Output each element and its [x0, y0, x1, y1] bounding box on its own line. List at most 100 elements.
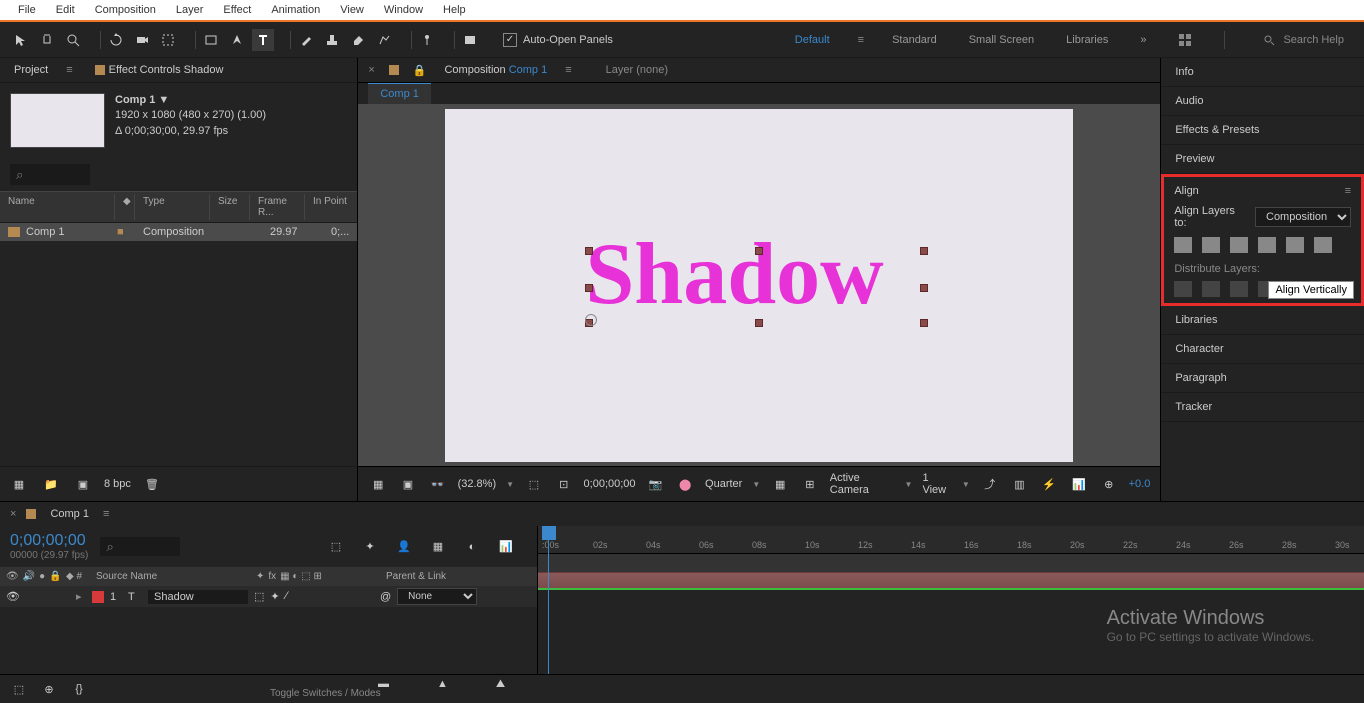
- frame-blend-icon[interactable]: ▦: [427, 536, 449, 558]
- col-name[interactable]: Name: [0, 194, 115, 220]
- panel-menu-icon[interactable]: ≡: [103, 508, 109, 520]
- menu-animation[interactable]: Animation: [261, 4, 330, 16]
- roi-icon[interactable]: ⊡: [554, 473, 574, 495]
- panel-audio[interactable]: Audio: [1161, 87, 1364, 116]
- anchor-point[interactable]: [585, 314, 597, 326]
- selection-handle[interactable]: [755, 319, 763, 327]
- search-help[interactable]: Search Help: [1253, 34, 1354, 46]
- align-center-h-icon[interactable]: [1202, 237, 1220, 253]
- parent-link-select[interactable]: None: [397, 588, 477, 605]
- selection-tool-icon[interactable]: [10, 29, 32, 51]
- motion-blur-icon[interactable]: ◐: [461, 536, 483, 558]
- camera-tool-icon[interactable]: [131, 29, 153, 51]
- toggle-switches-label[interactable]: Toggle Switches / Modes: [270, 688, 381, 699]
- type-tool-icon[interactable]: [252, 29, 274, 51]
- clone-tool-icon[interactable]: [321, 29, 343, 51]
- align-center-v-icon[interactable]: [1286, 237, 1304, 253]
- text-layer-shadow[interactable]: Shadow: [585, 224, 883, 325]
- selection-handle[interactable]: [585, 247, 593, 255]
- quality-dropdown[interactable]: Quarter: [705, 478, 742, 490]
- toggle-modes-icon[interactable]: ⊕: [38, 678, 60, 700]
- effects-icon[interactable]: ✦: [270, 590, 279, 603]
- pan-behind-tool-icon[interactable]: [157, 29, 179, 51]
- workspace-more-icon[interactable]: »: [1136, 34, 1150, 46]
- composition-canvas[interactable]: Shadow: [445, 109, 1073, 462]
- timeline-track-area[interactable]: :00s 02s 04s 06s 08s 10s 12s 14s 16s 18s…: [538, 526, 1364, 674]
- zoom-tool-icon[interactable]: [62, 29, 84, 51]
- exposure[interactable]: +0.0: [1129, 478, 1151, 490]
- playhead-line[interactable]: [548, 540, 549, 674]
- hide-shy-icon[interactable]: 👤: [393, 536, 415, 558]
- menu-edit[interactable]: Edit: [46, 4, 85, 16]
- align-menu-icon[interactable]: ≡: [1345, 185, 1351, 197]
- visibility-toggle[interactable]: 👁: [6, 590, 20, 603]
- panel-toggle-icon[interactable]: [459, 29, 481, 51]
- rectangle-tool-icon[interactable]: [200, 29, 222, 51]
- comp-sub-tab[interactable]: Comp 1: [368, 83, 431, 104]
- composition-tab[interactable]: Composition Comp 1: [440, 62, 551, 78]
- panel-menu-icon[interactable]: ≡: [565, 64, 571, 76]
- project-search-input[interactable]: [10, 164, 90, 185]
- trash-icon[interactable]: 🗑: [141, 473, 163, 495]
- panel-tracker[interactable]: Tracker: [1161, 393, 1364, 422]
- transparency-grid-icon[interactable]: ▦: [770, 473, 790, 495]
- workspace-libraries[interactable]: Libraries: [1062, 34, 1112, 46]
- expand-icon[interactable]: ▸: [76, 590, 86, 603]
- selection-handle[interactable]: [920, 319, 928, 327]
- selection-handle[interactable]: [920, 247, 928, 255]
- close-tab-icon[interactable]: ×: [10, 508, 16, 520]
- timeline-icon[interactable]: 📊: [1069, 473, 1089, 495]
- workspace-small-screen[interactable]: Small Screen: [965, 34, 1038, 46]
- align-bottom-icon[interactable]: [1314, 237, 1332, 253]
- layer-track-bar[interactable]: [538, 572, 1364, 590]
- new-comp-icon[interactable]: ▣: [72, 473, 94, 495]
- comp-mini-flowchart-icon[interactable]: ⬚: [325, 536, 347, 558]
- camera-dropdown[interactable]: Active Camera: [830, 472, 895, 496]
- layer-tab[interactable]: Layer (none): [606, 64, 668, 76]
- panel-menu-icon[interactable]: ≡: [66, 64, 72, 76]
- selection-handle[interactable]: [585, 284, 593, 292]
- lock-icon[interactable]: 🔒: [413, 64, 427, 77]
- hand-tool-icon[interactable]: [36, 29, 58, 51]
- pen-tool-icon[interactable]: [226, 29, 248, 51]
- timeline-tab[interactable]: Comp 1: [46, 506, 93, 522]
- align-top-icon[interactable]: [1258, 237, 1276, 253]
- col-inpoint[interactable]: In Point: [305, 194, 357, 220]
- panel-preview[interactable]: Preview: [1161, 145, 1364, 174]
- canvas-area[interactable]: Shadow: [358, 104, 1160, 466]
- auto-open-panels-checkbox[interactable]: ✓ Auto-Open Panels: [503, 33, 613, 47]
- panel-info[interactable]: Info: [1161, 58, 1364, 87]
- selection-handle[interactable]: [755, 247, 763, 255]
- channel-icon[interactable]: ⬤: [675, 473, 695, 495]
- draft-3d-icon[interactable]: ✦: [359, 536, 381, 558]
- timeline-layer-row[interactable]: 👁 ▸ 1 T Shadow ⬚ ✦ ∕ @ None: [0, 586, 537, 607]
- toggle-alpha-icon[interactable]: ▣: [398, 473, 418, 495]
- eraser-tool-icon[interactable]: [347, 29, 369, 51]
- bpc-label[interactable]: 8 bpc: [104, 478, 131, 490]
- timeline-search-input[interactable]: [100, 537, 180, 556]
- col-type[interactable]: Type: [135, 194, 210, 220]
- panel-character[interactable]: Character: [1161, 335, 1364, 364]
- roto-tool-icon[interactable]: [373, 29, 395, 51]
- flowchart-icon[interactable]: ⊕: [1099, 473, 1119, 495]
- menu-composition[interactable]: Composition: [85, 4, 166, 16]
- 3d-view-icon[interactable]: ⊞: [800, 473, 820, 495]
- comp-thumbnail[interactable]: [10, 93, 105, 148]
- zoom-dropdown[interactable]: (32.8%): [458, 478, 497, 490]
- col-frame[interactable]: Frame R...: [250, 194, 305, 220]
- toggle-switches-icon[interactable]: ⬚: [8, 678, 30, 700]
- close-tab-icon[interactable]: ×: [368, 64, 374, 76]
- menu-layer[interactable]: Layer: [166, 4, 214, 16]
- resolution-icon[interactable]: ⬚: [524, 473, 544, 495]
- puppet-tool-icon[interactable]: [416, 29, 438, 51]
- menu-effect[interactable]: Effect: [213, 4, 261, 16]
- snapshot-icon[interactable]: 📷: [646, 473, 666, 495]
- magnification-icon[interactable]: ▦: [368, 473, 388, 495]
- menu-file[interactable]: File: [8, 4, 46, 16]
- audio-icon[interactable]: 🔊: [23, 571, 35, 582]
- workspace-menu-icon[interactable]: ≡: [858, 34, 864, 46]
- zoom-slider-handle-icon[interactable]: ▲: [437, 678, 448, 700]
- align-left-icon[interactable]: [1174, 237, 1192, 253]
- rotate-tool-icon[interactable]: [105, 29, 127, 51]
- playhead-icon[interactable]: [542, 526, 556, 540]
